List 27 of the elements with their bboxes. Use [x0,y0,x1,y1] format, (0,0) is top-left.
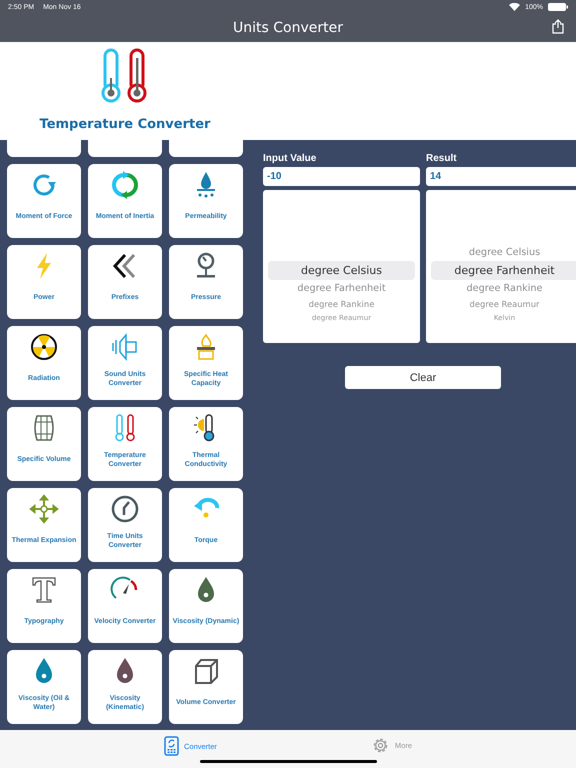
four-way-arrows-icon [29,494,59,524]
unit-option[interactable]: degree Celsius [300,261,382,280]
share-icon[interactable] [552,19,564,34]
unit-option[interactable]: degree Reaumur [470,295,540,314]
input-field[interactable]: -10 [263,167,420,186]
unit-option[interactable]: degree Rankine [466,279,543,298]
battery-icon [548,3,568,11]
category-card[interactable] [88,140,162,157]
unit-option[interactable]: degree Rankine [308,295,374,314]
thermometer-icon [101,48,149,104]
category-card[interactable] [7,140,81,157]
unit-option[interactable]: degree Celsius [468,243,540,262]
radiation-icon [29,332,59,362]
result-label: Result [426,153,458,166]
result-field[interactable]: 14 [426,167,576,186]
window-title: Units Converter [233,20,343,36]
category-card[interactable] [169,140,243,157]
calculator-icon [164,736,179,756]
converter-title: Temperature Converter [40,117,210,132]
unit-option[interactable]: degree Farhenheit [454,261,555,280]
cycle-arrows-icon [110,170,140,200]
unit-option[interactable]: degree Farhenheit [297,279,386,298]
input-label: Input Value [263,153,318,166]
clear-button[interactable]: Clear [345,366,501,389]
speaker-icon [110,332,140,362]
clock-icon [110,494,140,524]
wifi-icon [509,3,520,11]
